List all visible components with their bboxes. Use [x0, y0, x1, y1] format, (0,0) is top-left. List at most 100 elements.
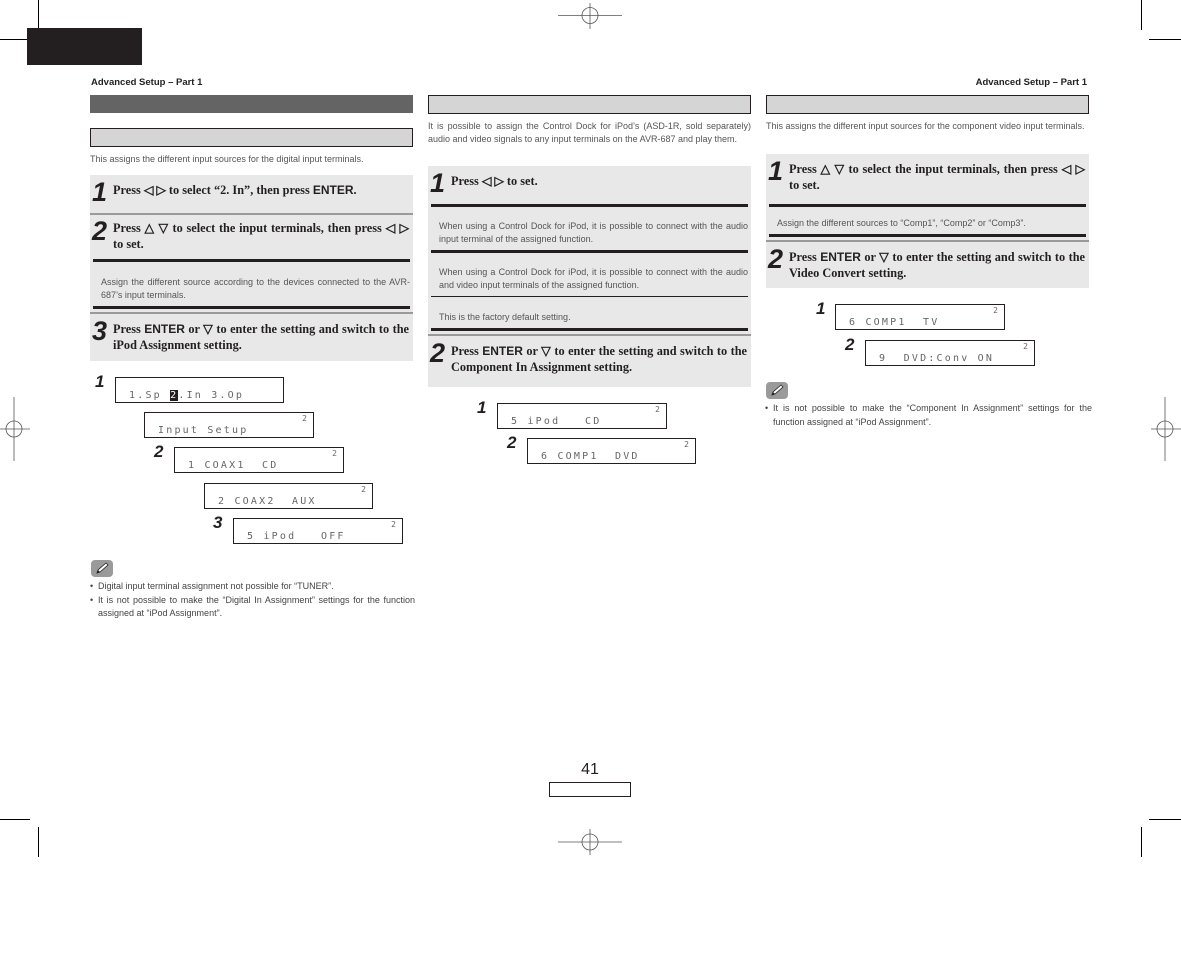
- option-description: When using a Control Dock for iPod, it i…: [439, 267, 748, 290]
- running-head-left: Advanced Setup – Part 1: [91, 77, 203, 88]
- lcd-display: 1.Sp 2.In 3.Op: [115, 377, 284, 403]
- step-1: 1 Press ◁ ▷ to set.: [428, 166, 751, 204]
- enter-key-label: ENTER: [312, 183, 354, 197]
- note-item: It is not possible to make the “Digital …: [90, 594, 415, 621]
- crosshair-icon: [0, 397, 30, 461]
- lcd-display: 1 COAX1 CD 2: [174, 447, 344, 473]
- step-number: 1: [92, 177, 107, 207]
- divider: [431, 328, 748, 331]
- lcd-text: 2 COAX2 AUX: [218, 496, 317, 507]
- running-head-right: Advanced Setup – Part 1: [975, 77, 1087, 88]
- subsection-header-bar: [90, 128, 413, 147]
- subsection-header-bar: [766, 95, 1089, 114]
- display-step-label: 1: [95, 372, 105, 391]
- chapter-tab: [27, 28, 142, 65]
- notes-list: Digital input terminal assignment not po…: [90, 580, 415, 621]
- lcd-display: 5 iPod CD 2: [497, 403, 667, 429]
- display-step-label: 2: [507, 433, 517, 452]
- lcd-text: 6 COMP1 TV: [849, 317, 940, 328]
- lcd-display: 6 COMP1 TV 2: [835, 304, 1005, 330]
- note-item: It is not possible to make the “Componen…: [765, 402, 1092, 429]
- crop-mark: [1141, 0, 1142, 30]
- step-number: 1: [430, 168, 445, 198]
- lcd-indicator: 2: [332, 449, 337, 458]
- crosshair-icon: [558, 829, 622, 855]
- lcd-indicator: 2: [361, 485, 366, 494]
- step-2: 2 Press ENTER or ▽ to enter the setting …: [766, 242, 1089, 281]
- display-step-label: 3: [213, 513, 223, 532]
- step-number: 2: [92, 216, 107, 246]
- display-step-label: 1: [816, 299, 826, 318]
- enter-key-label: ENTER: [144, 322, 185, 336]
- section-header-bar: [90, 95, 413, 113]
- step-note: Assign the different sources to “Comp1”,…: [777, 218, 1026, 228]
- lcd-text: 1 COAX1 CD: [188, 460, 279, 471]
- step-instruction: Press △ ▽ to select the input terminals,…: [789, 162, 1085, 192]
- lcd-display: 5 iPod OFF 2: [233, 518, 403, 544]
- enter-key-label: ENTER: [820, 250, 861, 264]
- lcd-indicator: 2: [684, 440, 689, 449]
- display-step-label: 1: [477, 398, 487, 417]
- display-step-label: 2: [845, 335, 855, 354]
- section-intro: This assigns the different input sources…: [766, 121, 1085, 131]
- crop-mark: [38, 827, 39, 857]
- step-instruction: Press ◁ ▷ to set.: [451, 174, 538, 188]
- lcd-text: 5 iPod OFF: [247, 531, 346, 542]
- crop-mark: [1149, 39, 1181, 40]
- step-instruction: Press ◁ ▷ to select “2. In”, then press …: [113, 183, 357, 197]
- lcd-indicator: 2: [993, 306, 998, 315]
- crosshair-icon: [558, 3, 622, 29]
- crop-mark: [0, 39, 30, 40]
- lcd-indicator: 2: [1023, 342, 1028, 351]
- step-2: 2 Press △ ▽ to select the input terminal…: [90, 215, 413, 259]
- lcd-indicator: 2: [391, 520, 396, 529]
- divider: [769, 234, 1086, 237]
- lcd-text: 5 iPod CD: [511, 416, 602, 427]
- pencil-icon: [91, 560, 113, 577]
- step-instruction: Press ENTER or ▽ to enter the setting an…: [451, 344, 747, 374]
- lcd-display: 6 COMP1 DVD 2: [527, 438, 696, 464]
- lcd-display: 2 COAX2 AUX 2: [204, 483, 373, 509]
- step-instruction: Press ENTER or ▽ to enter the setting an…: [113, 322, 409, 352]
- crop-mark: [1149, 819, 1181, 820]
- crop-mark: [38, 0, 39, 30]
- option-description: This is the factory default setting.: [439, 312, 571, 322]
- step-1: 1 Press △ ▽ to select the input terminal…: [766, 154, 1089, 204]
- section-intro: This assigns the different input sources…: [90, 154, 364, 164]
- note-item: Digital input terminal assignment not po…: [90, 580, 415, 594]
- pencil-icon: [766, 382, 788, 399]
- steps-panel: 1 Press △ ▽ to select the input terminal…: [766, 154, 1089, 288]
- lcd-indicator: 2: [302, 414, 307, 423]
- lcd-text: 1.Sp 2.In 3.Op: [129, 390, 245, 401]
- lcd-display: Input Setup 2: [144, 412, 314, 438]
- section-intro: It is possible to assign the Control Doc…: [428, 121, 751, 144]
- lcd-text: Input Setup: [158, 425, 249, 436]
- page-number-box: [549, 782, 631, 797]
- enter-key-label: ENTER: [482, 344, 523, 358]
- step-number: 2: [430, 338, 445, 368]
- step-instruction: Press ENTER or ▽ to enter the setting an…: [789, 250, 1085, 280]
- divider: [93, 306, 410, 309]
- step-number: 3: [92, 316, 107, 346]
- crop-mark: [1141, 827, 1142, 857]
- step-2: 2 Press ENTER or ▽ to enter the setting …: [428, 336, 751, 375]
- notes-list: It is not possible to make the “Componen…: [765, 402, 1092, 429]
- step-3: 3 Press ENTER or ▽ to enter the setting …: [90, 314, 413, 353]
- step-instruction: Press △ ▽ to select the input terminals,…: [113, 221, 409, 251]
- crosshair-icon: [1151, 397, 1181, 461]
- option-description: When using a Control Dock for iPod, it i…: [439, 221, 748, 244]
- steps-panel: 1 Press ◁ ▷ to select “2. In”, then pres…: [90, 175, 413, 361]
- step-number: 1: [768, 156, 783, 186]
- lcd-text: 6 COMP1 DVD: [541, 451, 640, 462]
- step-note: Assign the different source according to…: [101, 277, 410, 300]
- step-1: 1 Press ◁ ▷ to select “2. In”, then pres…: [90, 175, 413, 213]
- steps-panel: 1 Press ◁ ▷ to set. When using a Control…: [428, 166, 751, 387]
- lcd-text: 9 DVD:Conv ON: [879, 353, 995, 364]
- lcd-indicator: 2: [655, 405, 660, 414]
- step-number: 2: [768, 244, 783, 274]
- subsection-header-bar: [428, 95, 751, 114]
- lcd-display: 9 DVD:Conv ON 2: [865, 340, 1035, 366]
- display-step-label: 2: [154, 442, 164, 461]
- page-number: 41: [581, 761, 599, 778]
- crop-mark: [0, 819, 30, 820]
